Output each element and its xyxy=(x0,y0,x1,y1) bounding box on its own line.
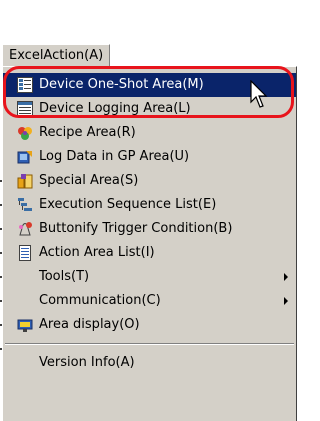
menu-item-label: Area display(O) xyxy=(39,317,140,332)
submenu-arrow-icon xyxy=(284,273,288,281)
menu-item-label: Special Area(S) xyxy=(39,173,139,188)
menu-item-label: Version Info(A) xyxy=(39,355,135,370)
background-tick xyxy=(0,348,2,350)
menu-title-label: ExcelAction(A) xyxy=(9,48,104,63)
menu-item-action-area-list[interactable]: Action Area List(I) xyxy=(3,241,296,265)
menu-item-special-area[interactable]: Special Area(S) xyxy=(3,169,296,193)
menu-separator xyxy=(5,343,294,345)
recipe-icon xyxy=(17,125,33,141)
menu-item-label: Buttonify Trigger Condition(B) xyxy=(39,221,233,236)
window-background xyxy=(0,0,297,40)
menu-item-version-info[interactable]: Version Info(A) xyxy=(3,351,296,375)
menu-item-communication[interactable]: Communication(C) xyxy=(3,289,296,313)
execution-sequence-icon xyxy=(17,197,33,213)
background-tick xyxy=(0,180,2,182)
mouse-cursor-icon xyxy=(250,79,270,110)
menu-title-excelaction[interactable]: ExcelAction(A) xyxy=(2,44,111,67)
menu-item-label: Device Logging Area(L) xyxy=(39,101,191,116)
background-tick xyxy=(0,276,2,278)
background-tick xyxy=(0,300,2,302)
menu-item-label: Device One-Shot Area(M) xyxy=(39,77,204,92)
background-tick xyxy=(0,228,2,230)
menu-item-label: Log Data in GP Area(U) xyxy=(39,149,190,164)
buttonify-trigger-icon xyxy=(17,221,33,237)
menu-item-log-data-in-gp-area[interactable]: Log Data in GP Area(U) xyxy=(3,145,296,169)
background-tick xyxy=(0,252,2,254)
device-one-shot-icon xyxy=(17,77,33,93)
menu-item-execution-sequence-list[interactable]: Execution Sequence List(E) xyxy=(3,193,296,217)
menu-item-area-display[interactable]: Area display(O) xyxy=(3,313,296,337)
menu-item-label: Action Area List(I) xyxy=(39,245,155,260)
menu-item-tools[interactable]: Tools(T) xyxy=(3,265,296,289)
menu-item-recipe-area[interactable]: Recipe Area(R) xyxy=(3,121,296,145)
menu-item-label: Tools(T) xyxy=(39,269,90,284)
menu-item-label: Execution Sequence List(E) xyxy=(39,197,217,212)
excelaction-dropdown-menu: Device One-Shot Area(M) Device Logging A… xyxy=(2,66,297,421)
special-area-icon xyxy=(17,173,33,189)
device-logging-icon xyxy=(17,101,33,117)
menu-item-label: Communication(C) xyxy=(39,293,161,308)
menu-item-label: Recipe Area(R) xyxy=(39,125,136,140)
log-data-icon xyxy=(17,149,33,165)
background-tick xyxy=(0,204,2,206)
action-area-list-icon xyxy=(17,245,33,261)
submenu-arrow-icon xyxy=(284,297,288,305)
menu-item-buttonify-trigger-condition[interactable]: Buttonify Trigger Condition(B) xyxy=(3,217,296,241)
area-display-icon xyxy=(17,317,33,333)
background-tick xyxy=(0,324,2,326)
